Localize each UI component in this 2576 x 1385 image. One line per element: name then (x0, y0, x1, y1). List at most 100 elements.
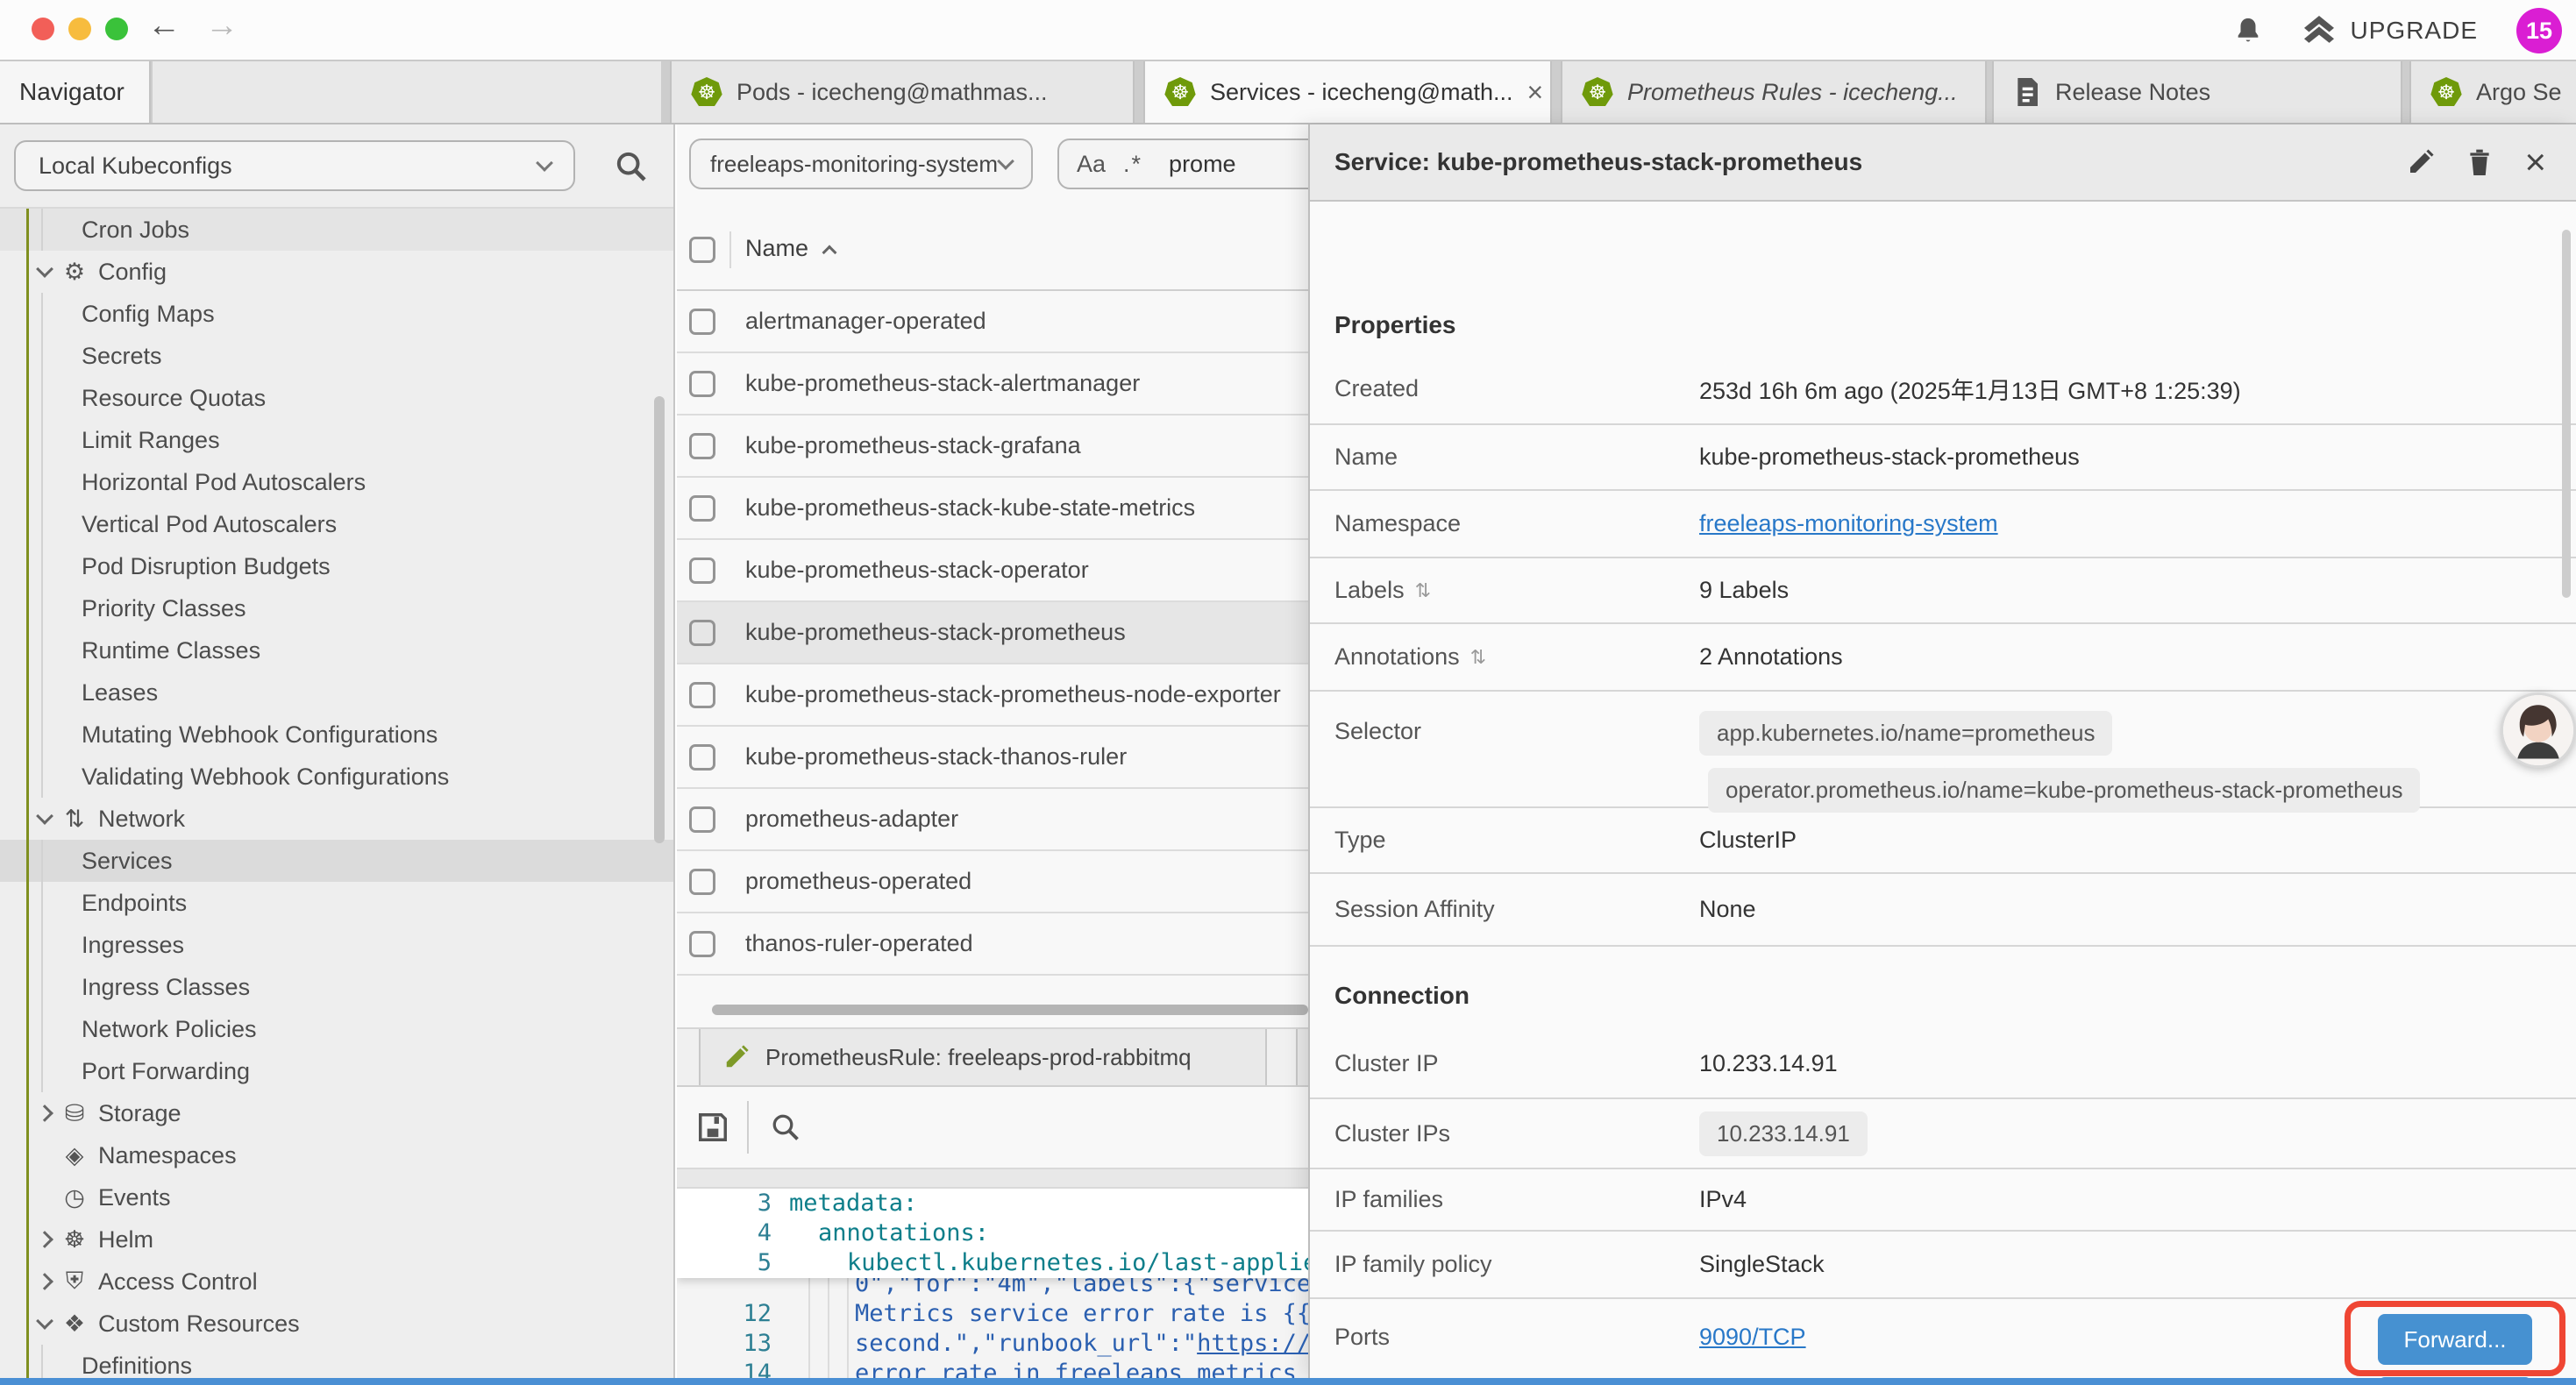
row-checkbox[interactable] (689, 309, 715, 335)
tab-pods[interactable]: ☸ Pods - icecheng@mathmas... (670, 61, 1135, 123)
runbook-url-link[interactable]: https://netd (1197, 1330, 1308, 1357)
service-row[interactable]: kube-prometheus-stack-thanos-ruler (677, 727, 1308, 789)
row-checkbox[interactable] (689, 806, 715, 833)
sidebar-item[interactable]: Secrets (0, 335, 673, 377)
sidebar-item[interactable]: ◈ Namespaces (0, 1134, 673, 1176)
editor-tab-partial[interactable] (1296, 1029, 1308, 1085)
row-checkbox[interactable] (689, 371, 715, 397)
row-checkbox[interactable] (689, 433, 715, 459)
sidebar-scrollbar[interactable] (654, 396, 665, 843)
sidebar-item[interactable]: Resource Quotas (0, 377, 673, 419)
row-checkbox[interactable] (689, 620, 715, 646)
row-checkbox[interactable] (689, 744, 715, 771)
editor-tab-prometheusrule[interactable]: PrometheusRule: freeleaps-prod-rabbitmq (699, 1029, 1267, 1085)
sidebar-item[interactable]: Definitions (0, 1345, 673, 1378)
user-avatar[interactable] (2501, 692, 2576, 768)
sidebar-item[interactable]: Pod Disruption Budgets (0, 545, 673, 587)
service-row[interactable]: kube-prometheus-stack-operator (677, 540, 1308, 602)
namespace-selector[interactable]: freeleaps-monitoring-system (689, 138, 1033, 189)
sidebar-item[interactable]: ⇅ Network (0, 798, 673, 840)
yaml-editor[interactable]: 0","for":"4m","labels":{"service":"f 12M… (677, 1189, 1308, 1378)
sidebar-item[interactable]: Services (0, 840, 673, 882)
chevron-icon[interactable] (36, 260, 53, 278)
chevron-icon[interactable] (36, 1231, 53, 1248)
kubeconfig-selector[interactable]: Local Kubeconfigs (14, 140, 575, 191)
bell-icon[interactable] (2233, 15, 2263, 46)
tab-release-notes[interactable]: Release Notes (1992, 61, 2402, 123)
horizontal-scrollbar[interactable] (712, 1005, 1308, 1015)
traffic-light-close[interactable] (32, 18, 54, 40)
sidebar-item-label: Leases (82, 679, 158, 707)
row-checkbox[interactable] (689, 558, 715, 584)
close-icon[interactable]: × (2524, 144, 2546, 181)
sidebar-item[interactable]: Leases (0, 671, 673, 714)
traffic-light-zoom[interactable] (105, 18, 128, 40)
regex-icon[interactable]: .* (1123, 151, 1142, 178)
row-checkbox[interactable] (689, 682, 715, 708)
expand-icon[interactable]: ⇅ (1470, 646, 1486, 669)
navigator-panel-tab[interactable]: Navigator (0, 61, 151, 123)
sidebar-item[interactable]: Vertical Pod Autoscalers (0, 503, 673, 545)
service-row[interactable]: kube-prometheus-stack-prometheus (677, 602, 1308, 664)
chevron-icon[interactable] (36, 807, 53, 825)
editor-search-icon[interactable] (770, 1112, 801, 1143)
save-icon[interactable] (696, 1111, 729, 1144)
filter-input[interactable]: Aa .* prome (1057, 138, 1308, 189)
service-row[interactable]: prometheus-operated (677, 851, 1308, 913)
delete-trash-icon[interactable] (2466, 147, 2493, 177)
sidebar-item[interactable]: Port Forwarding (0, 1050, 673, 1092)
tab-services[interactable]: ☸ Services - icecheng@math... × (1143, 61, 1552, 123)
cluster-ip-badge: 10.233.14.91 (1699, 1112, 1868, 1156)
upgrade-button[interactable]: UPGRADE (2302, 16, 2478, 46)
chevron-icon[interactable] (36, 1312, 53, 1330)
chevron-icon[interactable] (36, 1104, 53, 1122)
notification-count-badge[interactable]: 15 (2516, 8, 2562, 53)
sidebar-item[interactable]: Horizontal Pod Autoscalers (0, 461, 673, 503)
chevron-icon[interactable] (36, 1273, 53, 1290)
sidebar-item[interactable]: ⚙ Config (0, 251, 673, 293)
tab-argo[interactable]: ☸ Argo Se (2409, 61, 2576, 123)
service-name: prometheus-operated (745, 868, 971, 895)
sidebar-item[interactable]: ⛁ Storage (0, 1092, 673, 1134)
service-row[interactable]: kube-prometheus-stack-alertmanager (677, 353, 1308, 416)
expand-icon[interactable]: ⇅ (1415, 579, 1431, 602)
sidebar-item[interactable]: Network Policies (0, 1008, 673, 1050)
tab-prometheus-rules[interactable]: ☸ Prometheus Rules - icecheng... (1561, 61, 1987, 123)
service-row[interactable]: prometheus-adapter (677, 789, 1308, 851)
sidebar-item[interactable]: Ingresses (0, 924, 673, 966)
edit-pencil-icon[interactable] (2407, 148, 2435, 176)
sidebar-item[interactable]: Ingress Classes (0, 966, 673, 1008)
back-arrow-icon[interactable]: ← (147, 7, 181, 45)
sidebar-item[interactable]: Priority Classes (0, 587, 673, 629)
sidebar-item[interactable]: Config Maps (0, 293, 673, 335)
select-all-checkbox[interactable] (689, 237, 715, 263)
sidebar-item[interactable]: Runtime Classes (0, 629, 673, 671)
name-column-header[interactable]: Name (745, 235, 835, 262)
service-row[interactable]: kube-prometheus-stack-kube-state-metrics (677, 478, 1308, 540)
namespace-link[interactable]: freeleaps-monitoring-system (1699, 510, 1998, 537)
traffic-light-minimize[interactable] (68, 18, 91, 40)
sidebar-item[interactable]: ◷ Events (0, 1176, 673, 1218)
forward-arrow-icon[interactable]: → (205, 7, 238, 45)
row-checkbox[interactable] (689, 495, 715, 522)
match-case-icon[interactable]: Aa (1077, 151, 1106, 178)
sidebar-search-icon[interactable] (614, 149, 649, 184)
drawer-scrollbar[interactable] (2562, 230, 2571, 598)
service-row[interactable]: kube-prometheus-stack-prometheus-node-ex… (677, 664, 1308, 727)
property-row-ip-families: IP families IPv4 (1310, 1169, 2576, 1232)
port-link-9090[interactable]: 9090/TCP (1699, 1324, 1806, 1351)
sidebar-item[interactable]: ❖ Custom Resources (0, 1303, 673, 1345)
sidebar-item[interactable]: Endpoints (0, 882, 673, 924)
sidebar-item[interactable]: ☸ Helm (0, 1218, 673, 1261)
sidebar-item[interactable]: ⛨ Access Control (0, 1261, 673, 1303)
service-row[interactable]: thanos-ruler-operated (677, 913, 1308, 976)
row-checkbox[interactable] (689, 869, 715, 895)
service-row[interactable]: kube-prometheus-stack-grafana (677, 416, 1308, 478)
row-checkbox[interactable] (689, 931, 715, 957)
sidebar-item[interactable]: Cron Jobs (0, 209, 673, 251)
tab-close-icon[interactable]: × (1527, 76, 1544, 109)
sidebar-item[interactable]: Mutating Webhook Configurations (0, 714, 673, 756)
service-row[interactable]: alertmanager-operated (677, 291, 1308, 353)
sidebar-item[interactable]: Validating Webhook Configurations (0, 756, 673, 798)
sidebar-item[interactable]: Limit Ranges (0, 419, 673, 461)
